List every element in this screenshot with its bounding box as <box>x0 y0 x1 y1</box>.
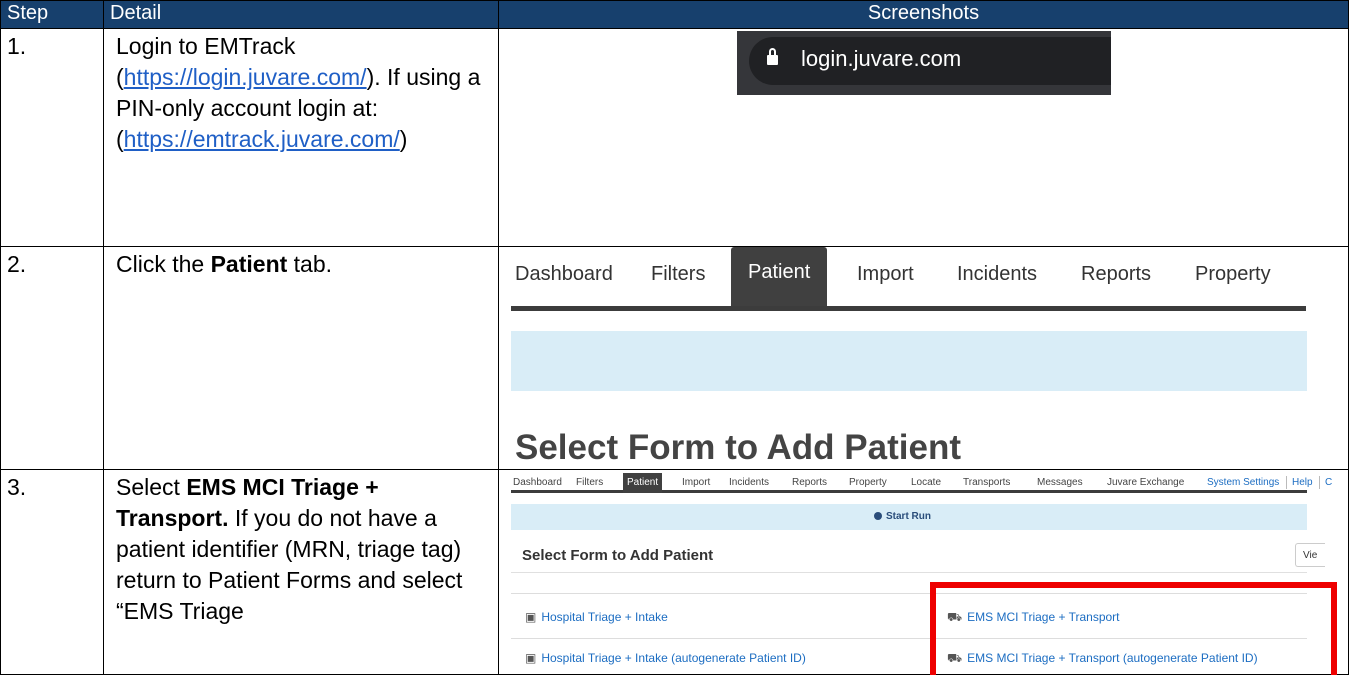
form-hospital-triage-autogen[interactable]: ▣ Hospital Triage + Intake (autogenerate … <box>525 651 806 665</box>
detail-suffix: tab. <box>287 251 333 277</box>
address-url: login.juvare.com <box>801 46 962 71</box>
detail-bold: Patient <box>210 251 288 277</box>
nav-reports[interactable]: Reports <box>792 477 827 488</box>
nav-more[interactable]: C <box>1325 477 1332 488</box>
screenshot-2: Dashboard Filters Patient Import Inciden… <box>498 246 1349 470</box>
form-label: Hospital Triage + Intake (autogenerate P… <box>541 651 806 665</box>
header-step: Step <box>0 0 104 29</box>
tab-dashboard[interactable]: Dashboard <box>515 263 613 286</box>
tab-filters[interactable]: Filters <box>651 263 705 286</box>
address-pill: login.juvare.com <box>749 37 1111 85</box>
nav-filters[interactable]: Filters <box>576 477 603 488</box>
step-row-1: 1. Login to EMTrack (https://login.juvar… <box>0 28 1349 247</box>
tab-patient[interactable]: Patient <box>731 247 828 306</box>
start-run-label: Start Run <box>886 511 931 522</box>
divider <box>511 572 1307 573</box>
zoomed-nav-bar: Dashboard Filters Patient Import Inciden… <box>511 247 1306 311</box>
nav-system-settings[interactable]: System Settings <box>1207 477 1279 488</box>
nav-locate[interactable]: Locate <box>911 477 941 488</box>
nav-transports[interactable]: Transports <box>963 477 1010 488</box>
step-detail-3: Select EMS MCI Triage + Transport. If yo… <box>103 469 499 675</box>
pin-close: ) <box>399 126 408 152</box>
steps-table: Step Detail Screenshots 1. Login to EMTr… <box>0 0 1349 675</box>
detail-prefix: Click the <box>116 251 211 277</box>
nav-help[interactable]: Help <box>1292 477 1313 488</box>
browser-address-bar: login.juvare.com <box>737 31 1111 95</box>
nav-dashboard[interactable]: Dashboard <box>513 477 562 488</box>
screenshot-3: Dashboard Filters Patient Import Inciden… <box>498 469 1349 675</box>
step-number-1: 1. <box>0 28 104 247</box>
header-screenshots: Screenshots <box>498 0 1349 29</box>
tab-property[interactable]: Property <box>1195 263 1271 286</box>
hospital-icon: ▣ <box>525 610 537 624</box>
step-detail-1: Login to EMTrack (https://login.juvare.c… <box>103 28 499 247</box>
tab-import[interactable]: Import <box>857 263 914 286</box>
highlight-box <box>930 582 1337 675</box>
login-close: ). <box>366 64 381 90</box>
nav-separator <box>1286 476 1287 489</box>
nav-juvare-exchange[interactable]: Juvare Exchange <box>1107 477 1184 488</box>
nav-patient[interactable]: Patient <box>623 473 663 493</box>
nav-incidents[interactable]: Incidents <box>729 477 769 488</box>
form-hospital-triage[interactable]: ▣ Hospital Triage + Intake <box>525 610 668 624</box>
nav-separator <box>1319 476 1320 489</box>
step-row-2: 2. Click the Patient tab. Dashboard Filt… <box>0 246 1349 470</box>
step-row-3: 3. Select EMS MCI Triage + Transport. If… <box>0 469 1349 675</box>
step-detail-2: Click the Patient tab. <box>103 246 499 470</box>
tab-reports[interactable]: Reports <box>1081 263 1151 286</box>
start-run-band: Start Run <box>511 504 1307 530</box>
view-button[interactable]: Vie <box>1295 543 1325 567</box>
header-row: Step Detail Screenshots <box>0 0 1349 29</box>
nav-property[interactable]: Property <box>849 477 887 488</box>
form-label: Hospital Triage + Intake <box>541 610 668 624</box>
clock-icon <box>874 512 882 520</box>
screenshot-1: login.juvare.com <box>498 28 1349 247</box>
form-heading: Select Form to Add Patient <box>522 547 714 564</box>
page-nav-bar: Dashboard Filters Patient Import Inciden… <box>511 473 1332 493</box>
lock-icon <box>767 48 778 65</box>
detail-prefix: Select <box>116 474 187 500</box>
login-link[interactable]: https://login.juvare.com/ <box>124 64 367 90</box>
tab-incidents[interactable]: Incidents <box>957 263 1037 286</box>
nav-import[interactable]: Import <box>682 477 710 488</box>
pin-link[interactable]: https://emtrack.juvare.com/ <box>124 126 400 152</box>
header-detail: Detail <box>103 0 499 29</box>
step-number-2: 2. <box>0 246 104 470</box>
info-band <box>511 331 1307 391</box>
step-number-3: 3. <box>0 469 104 675</box>
hospital-icon: ▣ <box>525 651 537 665</box>
start-run-button[interactable]: Start Run <box>874 511 931 522</box>
nav-messages[interactable]: Messages <box>1037 477 1083 488</box>
zoomed-page-title: Select Form to Add Patient <box>515 428 961 467</box>
